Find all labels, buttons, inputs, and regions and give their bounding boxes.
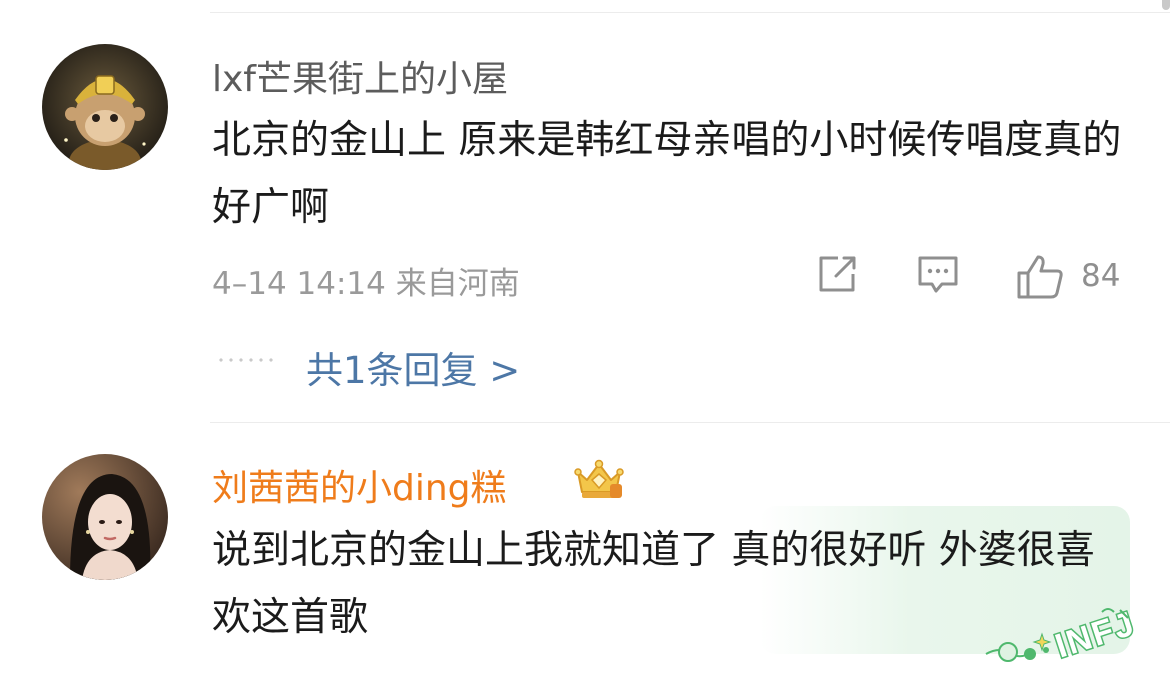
avatar[interactable]	[42, 44, 168, 170]
share-icon[interactable]	[816, 254, 860, 298]
top-divider	[210, 12, 1170, 13]
comment-divider	[210, 422, 1170, 423]
like-count: 84	[1081, 258, 1121, 294]
comment-list: lxf芒果街上的小屋 北京的金山上 原来是韩红母亲唱的小时候传唱度真的好广啊 4…	[0, 0, 1170, 678]
crown-badge-icon[interactable]	[572, 458, 626, 506]
username[interactable]: lxf芒果街上的小屋	[212, 50, 508, 102]
reply-dots	[216, 358, 276, 362]
view-replies-link[interactable]: 共1条回复 >	[306, 340, 520, 394]
watermark-text: INFJ	[1051, 604, 1140, 665]
infj-watermark-icon: INFJ	[982, 603, 1152, 676]
scroll-indicator[interactable]	[1162, 0, 1170, 10]
comment-meta: 4–14 14:14 来自河南	[212, 266, 520, 302]
avatar[interactable]	[42, 454, 168, 580]
like-icon[interactable]	[1016, 254, 1064, 304]
comment-text: 北京的金山上 原来是韩红母亲唱的小时候传唱度真的好广啊	[212, 118, 1122, 230]
username[interactable]: 刘茜茜的小ding糕	[212, 459, 507, 511]
comment-icon[interactable]	[916, 254, 960, 300]
monkey-king-avatar-icon	[42, 44, 168, 170]
woman-portrait-avatar-icon	[42, 454, 168, 580]
